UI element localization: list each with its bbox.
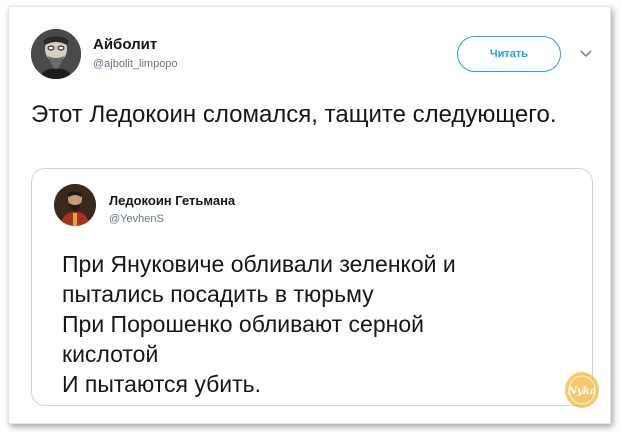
quoted-text-line: И пытаются убить.	[62, 371, 262, 397]
watermark-logo: Nyka	[565, 372, 599, 408]
author-avatar[interactable]	[31, 29, 81, 79]
follow-button[interactable]: Читать	[457, 36, 561, 72]
tweet-card: Айболит @ajbolit_limpopo Читать Этот Лед…	[8, 6, 611, 424]
follow-button-label: Читать	[489, 48, 529, 60]
tweet-text: Этот Ледокоин сломался, тащите следующег…	[31, 101, 557, 128]
chevron-down-icon[interactable]	[579, 49, 593, 59]
quoted-text-line: При Порошенко обливают серной	[62, 311, 424, 337]
quoted-author-handle: @YevhenS	[109, 213, 164, 225]
quoted-avatar-image	[54, 184, 96, 226]
quoted-author-name: Ледокоин Гетьмана	[109, 193, 236, 208]
quoted-author-avatar	[54, 184, 96, 226]
author-name[interactable]: Айболит	[93, 36, 157, 53]
quoted-tweet-text: При Януковиче обливали зеленкой и пытали…	[62, 249, 582, 399]
svg-text:Nyka: Nyka	[567, 386, 596, 397]
author-avatar-image	[31, 29, 81, 79]
quoted-tweet[interactable]: Ледокоин Гетьмана @YevhenS При Януковиче…	[31, 168, 593, 406]
quoted-text-line: При Януковиче обливали зеленкой и	[62, 251, 456, 277]
quoted-text-line: кислотой	[62, 341, 159, 367]
author-handle[interactable]: @ajbolit_limpopo	[93, 58, 178, 70]
quoted-text-line: пытались посадить в тюрьму	[62, 281, 374, 307]
